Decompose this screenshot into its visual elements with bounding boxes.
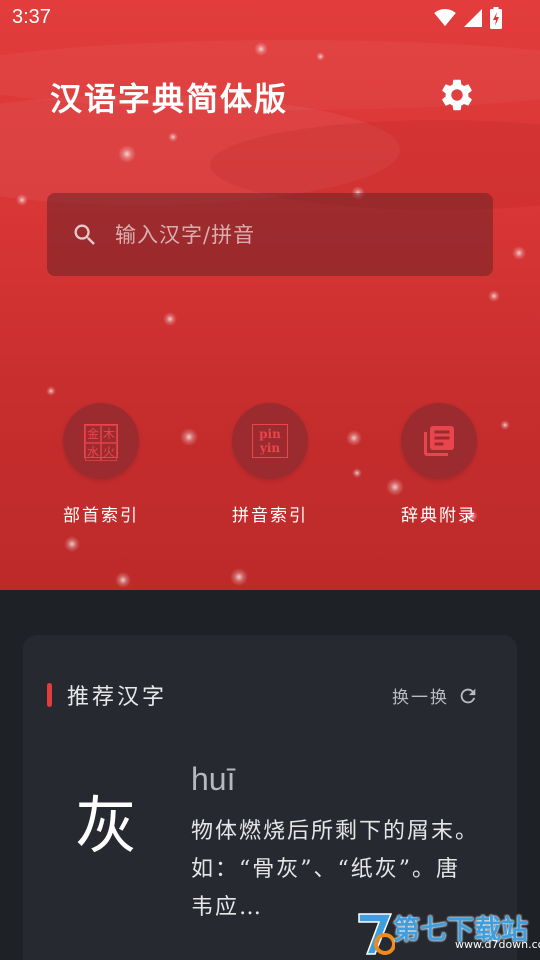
settings-button[interactable] xyxy=(438,76,476,114)
pinyin-index-label: 拼音索引 xyxy=(232,506,308,526)
sparkle xyxy=(512,246,526,260)
dictionary-appendix-circle xyxy=(401,403,477,479)
dictionary-appendix-label: 辞典附录 xyxy=(401,506,477,526)
pinyin-index-circle: pin yin xyxy=(232,403,308,479)
radical-grid-char: 木 xyxy=(101,425,117,443)
sparkle xyxy=(168,132,178,142)
sparkle xyxy=(115,572,131,588)
gear-icon xyxy=(442,79,472,111)
radical-grid-char: 火 xyxy=(101,443,117,461)
search-input[interactable] xyxy=(113,221,457,248)
dictionary-appendix-button[interactable]: 辞典附录 xyxy=(369,403,509,526)
refresh-button[interactable]: 换一换 xyxy=(392,683,479,708)
sparkle xyxy=(180,428,198,446)
radical-grid-char: 金 xyxy=(85,425,101,443)
refresh-label: 换一换 xyxy=(392,688,449,708)
card-accent-bar xyxy=(47,683,52,707)
library-books-icon xyxy=(424,426,454,456)
pinyin-index-button[interactable]: pin yin 拼音索引 xyxy=(200,403,340,526)
radical-grid-char: 水 xyxy=(85,443,101,461)
sparkle xyxy=(16,194,28,206)
watermark-logo-icon xyxy=(358,913,395,955)
search-bar[interactable] xyxy=(47,193,493,276)
pinyin-box-text: pin xyxy=(259,427,281,441)
sparkle xyxy=(488,290,500,302)
cellular-signal-icon xyxy=(464,9,482,27)
sparkle xyxy=(64,536,80,552)
sparkle xyxy=(46,386,56,396)
sparkle xyxy=(163,312,177,326)
radical-index-label: 部首索引 xyxy=(63,506,139,526)
sparkle xyxy=(230,568,248,586)
status-icons xyxy=(434,7,502,29)
sparkle xyxy=(118,145,136,163)
status-bar: 3:37 xyxy=(0,0,540,36)
app-screen: 3:37 汉语字典简体版 输入汉字/拼音 金 木 水 火 部首索引 pin yi… xyxy=(0,0,540,960)
watermark: 第七下载站 www.d7down.com danji100.com xyxy=(355,906,540,960)
radical-index-circle: 金 木 水 火 xyxy=(63,403,139,479)
radical-grid-icon: 金 木 水 火 xyxy=(84,424,118,461)
sparkle xyxy=(352,468,362,478)
status-time: 3:37 xyxy=(12,6,51,28)
pinyin-box-icon: pin yin xyxy=(252,424,288,458)
sparkle xyxy=(316,52,325,61)
pinyin-box-text: yin xyxy=(259,441,281,455)
recommended-character[interactable]: 灰 xyxy=(75,775,137,865)
app-title: 汉语字典简体版 xyxy=(50,80,289,118)
sparkle xyxy=(346,430,362,446)
radical-index-button[interactable]: 金 木 水 火 部首索引 xyxy=(31,403,171,526)
search-icon xyxy=(74,224,95,245)
wifi-icon xyxy=(434,9,456,27)
character-pinyin: huī xyxy=(191,761,236,797)
refresh-icon xyxy=(460,688,476,703)
watermark-url: www.d7down.com danji100.com xyxy=(455,938,540,951)
recommend-title: 推荐汉字 xyxy=(67,685,168,710)
battery-charging-icon xyxy=(490,7,502,29)
sparkle xyxy=(254,42,268,56)
